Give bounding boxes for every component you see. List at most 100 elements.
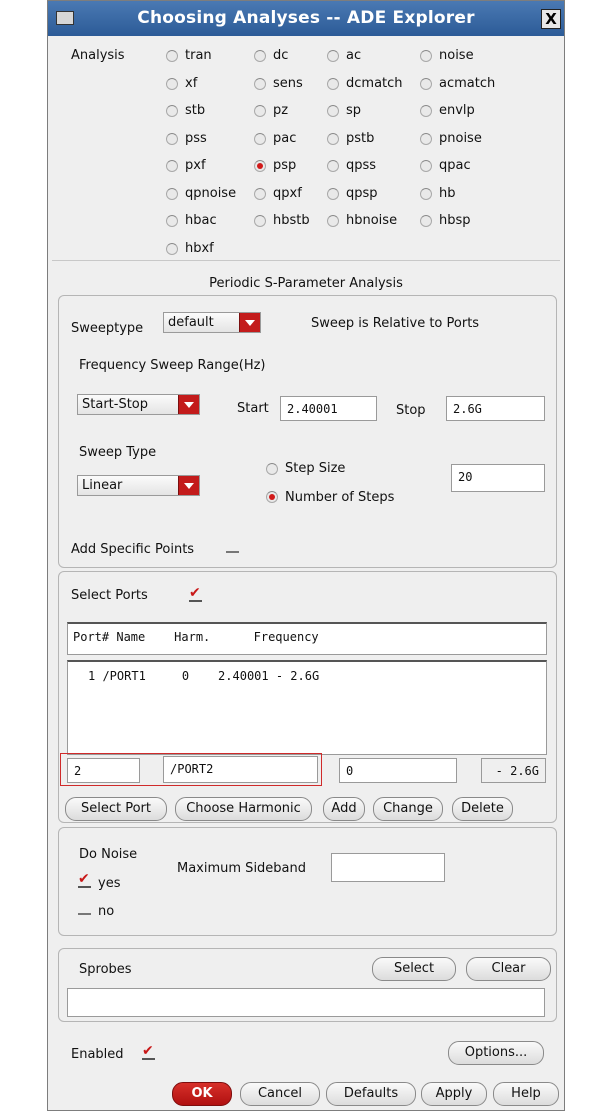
- analysis-label-stb[interactable]: stb: [185, 103, 205, 118]
- add-points-checkbox[interactable]: [226, 541, 240, 553]
- analysis-radio-qpsp[interactable]: [327, 188, 339, 200]
- analysis-label-hbnoise[interactable]: hbnoise: [346, 213, 397, 228]
- analysis-label-tran[interactable]: tran: [185, 48, 212, 63]
- noise-panel: [58, 827, 557, 936]
- analysis-label-pxf[interactable]: pxf: [185, 158, 206, 173]
- analysis-radio-pxf[interactable]: [166, 160, 178, 172]
- analysis-label-acmatch[interactable]: acmatch: [439, 76, 495, 91]
- analysis-label-pnoise[interactable]: pnoise: [439, 131, 482, 146]
- analysis-radio-psp[interactable]: [254, 160, 266, 172]
- analysis-label-pstb[interactable]: pstb: [346, 131, 374, 146]
- analysis-radio-acmatch[interactable]: [420, 78, 432, 90]
- apply-button[interactable]: Apply: [421, 1082, 487, 1106]
- select-ports-checkbox[interactable]: [189, 585, 203, 602]
- analysis-label-hbsp[interactable]: hbsp: [439, 213, 471, 228]
- analysis-radio-pac[interactable]: [254, 133, 266, 145]
- choose-harmonic-button[interactable]: Choose Harmonic: [175, 797, 312, 821]
- analysis-radio-sens[interactable]: [254, 78, 266, 90]
- analysis-label-qpss[interactable]: qpss: [346, 158, 376, 173]
- analysis-label-qpsp[interactable]: qpsp: [346, 186, 378, 201]
- analysis-radio-qpxf[interactable]: [254, 188, 266, 200]
- sprobes-input[interactable]: [67, 988, 545, 1017]
- analysis-radio-xf[interactable]: [166, 78, 178, 90]
- enabled-checkbox[interactable]: [142, 1043, 156, 1060]
- analysis-label-pss[interactable]: pss: [185, 131, 207, 146]
- port-number-input[interactable]: 2: [67, 758, 140, 783]
- stop-input[interactable]: 2.6G: [446, 396, 545, 421]
- analysis-label-psp[interactable]: psp: [273, 158, 296, 173]
- analysis-radio-pz[interactable]: [254, 105, 266, 117]
- step-size-radio[interactable]: [266, 463, 278, 475]
- analysis-radio-tran[interactable]: [166, 50, 178, 62]
- port-harmonic-input[interactable]: 0: [339, 758, 457, 783]
- select-port-button[interactable]: Select Port: [65, 797, 167, 821]
- analysis-radio-hbac[interactable]: [166, 215, 178, 227]
- stop-label: Stop: [396, 403, 426, 418]
- noise-no-label: no: [98, 904, 115, 919]
- sweep-type-label: Sweep Type: [79, 445, 157, 460]
- analysis-radio-pstb[interactable]: [327, 133, 339, 145]
- analysis-radio-hb[interactable]: [420, 188, 432, 200]
- ports-table-header: Port# Name Harm. Frequency: [67, 622, 547, 655]
- analysis-label-pac[interactable]: pac: [273, 131, 296, 146]
- range-mode-value: Start-Stop: [82, 397, 149, 412]
- analysis-radio-hbsp[interactable]: [420, 215, 432, 227]
- add-button[interactable]: Add: [323, 797, 365, 821]
- analysis-label-sens[interactable]: sens: [273, 76, 303, 91]
- analysis-radio-hbxf[interactable]: [166, 243, 178, 255]
- change-button[interactable]: Change: [373, 797, 443, 821]
- dialog-window: Choosing Analyses -- ADE Explorer X Anal…: [47, 0, 565, 1111]
- range-mode-dropdown[interactable]: Start-Stop: [77, 394, 200, 415]
- sprobes-select-button[interactable]: Select: [372, 957, 456, 981]
- analysis-label-qpxf[interactable]: qpxf: [273, 186, 302, 201]
- port-row[interactable]: 1 /PORT1 0 2.40001 - 2.6G: [88, 669, 319, 683]
- analysis-label-hbxf[interactable]: hbxf: [185, 241, 214, 256]
- analysis-radio-qpnoise[interactable]: [166, 188, 178, 200]
- noise-no-checkbox[interactable]: [78, 903, 92, 915]
- analysis-label-hbac[interactable]: hbac: [185, 213, 217, 228]
- analysis-label-hb[interactable]: hb: [439, 186, 456, 201]
- cancel-button[interactable]: Cancel: [240, 1082, 320, 1106]
- analysis-radio-noise[interactable]: [420, 50, 432, 62]
- analysis-label-dc[interactable]: dc: [273, 48, 288, 63]
- analysis-radio-stb[interactable]: [166, 105, 178, 117]
- analysis-radio-sp[interactable]: [327, 105, 339, 117]
- defaults-button[interactable]: Defaults: [326, 1082, 416, 1106]
- start-input[interactable]: 2.40001: [280, 396, 377, 421]
- analysis-radio-hbstb[interactable]: [254, 215, 266, 227]
- analysis-radio-dcmatch[interactable]: [327, 78, 339, 90]
- analysis-radio-dc[interactable]: [254, 50, 266, 62]
- options-button[interactable]: Options...: [448, 1041, 544, 1065]
- sprobes-clear-button[interactable]: Clear: [466, 957, 551, 981]
- analysis-label-dcmatch[interactable]: dcmatch: [346, 76, 403, 91]
- analysis-label-noise[interactable]: noise: [439, 48, 474, 63]
- analysis-radio-pss[interactable]: [166, 133, 178, 145]
- port-name-input[interactable]: /PORT2: [163, 756, 318, 783]
- analysis-label-qpnoise[interactable]: qpnoise: [185, 186, 236, 201]
- help-button[interactable]: Help: [493, 1082, 559, 1106]
- title-bar[interactable]: Choosing Analyses -- ADE Explorer X: [48, 1, 564, 36]
- noise-yes-checkbox[interactable]: [78, 871, 92, 888]
- analysis-label-ac[interactable]: ac: [346, 48, 361, 63]
- ok-button[interactable]: OK: [172, 1082, 232, 1106]
- analysis-radio-qpac[interactable]: [420, 160, 432, 172]
- analysis-radio-qpss[interactable]: [327, 160, 339, 172]
- close-icon[interactable]: X: [541, 9, 561, 29]
- analysis-radio-pnoise[interactable]: [420, 133, 432, 145]
- delete-button[interactable]: Delete: [452, 797, 513, 821]
- analysis-label-sp[interactable]: sp: [346, 103, 361, 118]
- number-of-steps-radio[interactable]: [266, 491, 278, 503]
- steps-input[interactable]: 20: [451, 464, 545, 492]
- analysis-radio-hbnoise[interactable]: [327, 215, 339, 227]
- analysis-label-qpac[interactable]: qpac: [439, 158, 471, 173]
- analysis-label-pz[interactable]: pz: [273, 103, 288, 118]
- sweep-type-dropdown[interactable]: Linear: [77, 475, 200, 496]
- max-sideband-input[interactable]: [331, 853, 445, 882]
- analysis-label-hbstb[interactable]: hbstb: [273, 213, 310, 228]
- analysis-label-envlp[interactable]: envlp: [439, 103, 475, 118]
- analysis-radio-ac[interactable]: [327, 50, 339, 62]
- sweeptype-dropdown[interactable]: default: [163, 312, 261, 333]
- ports-list[interactable]: 1 /PORT1 0 2.40001 - 2.6G: [67, 660, 547, 755]
- analysis-label-xf[interactable]: xf: [185, 76, 197, 91]
- analysis-radio-envlp[interactable]: [420, 105, 432, 117]
